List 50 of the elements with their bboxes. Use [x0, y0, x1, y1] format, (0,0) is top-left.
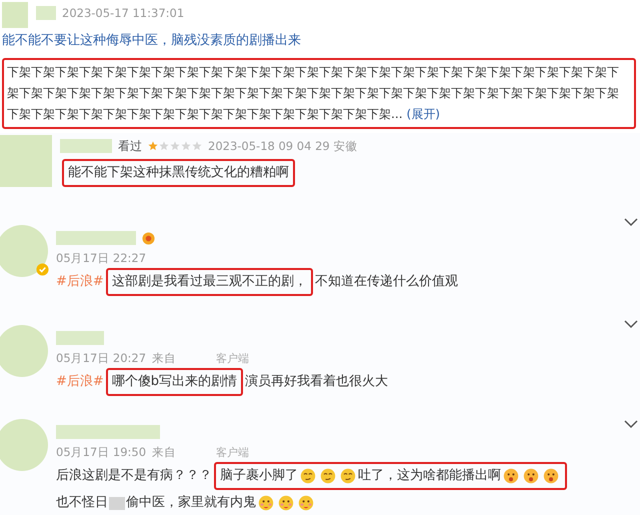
timestamp: 来自: [152, 351, 176, 366]
blush-emoji-icon: [258, 495, 274, 511]
status-label: 看过: [118, 138, 142, 154]
star-icon: [148, 141, 158, 151]
comment-text: 不知道在传递什么价值观: [314, 273, 458, 291]
smirk-emoji-icon: [340, 468, 356, 484]
smirk-emoji-icon: [320, 468, 336, 484]
timestamp: 05月17日 22:27: [56, 251, 146, 266]
blush-emoji-icon: [278, 495, 294, 511]
timestamp: 05月17日 20:27: [56, 351, 146, 366]
avatar: [0, 419, 48, 471]
star-icon: [192, 141, 202, 151]
comment-text: 也不怪日: [56, 494, 108, 512]
expand-link[interactable]: (展开): [406, 104, 440, 125]
avatar: [0, 225, 48, 277]
comment-text: 下架下架下架下架下架下架下架下架下架下架下架下架下架下架下架下架...: [7, 106, 403, 123]
blurred-text: [109, 496, 125, 510]
comment-text: 下架下架下架下架下架下架下架下架下架下架下架下架下架下架下架下架下架下架下架下架下架下架下架下架下架下: [7, 64, 620, 81]
topic-tag[interactable]: #后浪#: [56, 371, 104, 393]
comment-text: 架下架下架下架下架下架下架下架下架下架下架下架下架下架下架下架下架下架下架下架下架下架下架下架下架下架: [7, 85, 620, 102]
star-icon: [181, 141, 191, 151]
gasp-emoji-icon: [503, 468, 519, 484]
avatar: [2, 2, 28, 28]
gasp-emoji-icon: [543, 468, 559, 484]
source-label: 客户端: [216, 445, 250, 460]
comment-text: 吐了，这为啥都能播出啊: [358, 467, 501, 485]
topic-tag[interactable]: #后浪#: [56, 271, 104, 293]
avatar: [0, 135, 52, 187]
timestamp: 2023-05-18 09 04 29 安徽: [208, 138, 358, 154]
comment-text: 演员再好我看着也很火大: [245, 373, 388, 391]
comment-text: 哪个傻b写出来的剧情: [112, 373, 238, 391]
comment-text: 后浪这剧是不是有病？？？: [56, 467, 212, 485]
timestamp: 2023-05-17 11:37:01: [62, 6, 184, 20]
blurred-name: [56, 331, 104, 345]
blush-emoji-icon: [298, 495, 314, 511]
comment-text: 能不能下架这种抹黑传统文化的糟粕啊: [68, 164, 289, 182]
smirk-emoji-icon: [300, 468, 316, 484]
comment-text: 这部剧是我看过最三观不正的剧，: [112, 273, 307, 291]
blurred-name: [36, 6, 56, 20]
avatar: [0, 325, 48, 377]
timestamp: 05月17日 19:50: [56, 445, 146, 460]
comment-text: 脑子裹小脚了: [220, 467, 298, 485]
star-icon: [159, 141, 169, 151]
timestamp: 来自: [152, 445, 176, 460]
comment-text: 偷中医，家里就有内鬼: [126, 494, 256, 512]
gasp-emoji-icon: [523, 468, 539, 484]
comment-text: 能不能不要让这种侮辱中医，脑残没素质的剧播出来: [2, 32, 301, 50]
blurred-name: [60, 139, 112, 153]
star-icon: [170, 141, 180, 151]
source-label: 客户端: [216, 351, 250, 366]
